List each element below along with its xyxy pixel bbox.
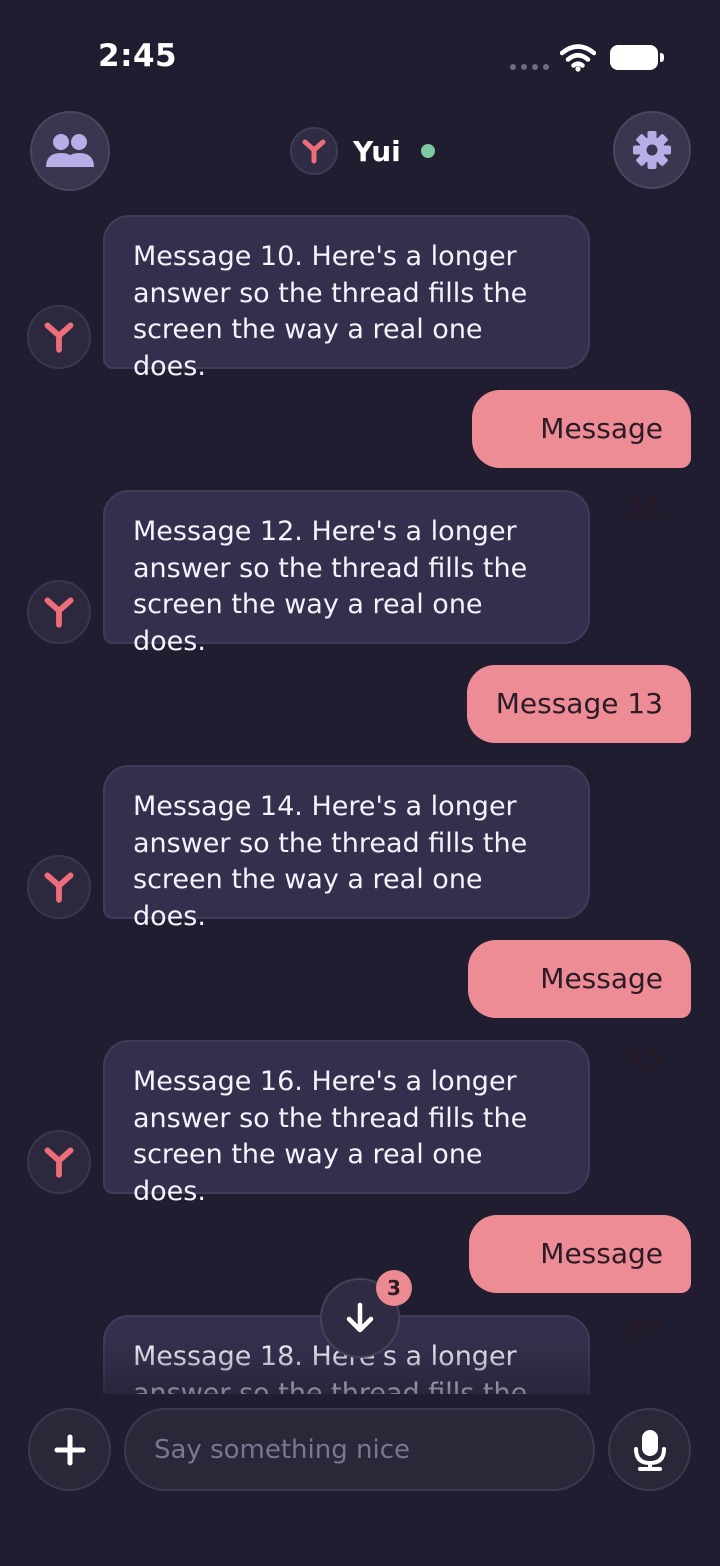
bot-avatar: [27, 580, 91, 644]
message-thread[interactable]: Message 10. Here's a longer answer so th…: [0, 200, 720, 1394]
yui-logo-icon: [302, 139, 326, 164]
online-status-dot: [420, 144, 435, 158]
voice-input-button[interactable]: [608, 1408, 691, 1491]
microphone-icon: [633, 1429, 666, 1471]
contact-avatar: [290, 127, 338, 175]
user-message-bubble: Message 17: [469, 1215, 691, 1348]
yui-logo-icon: [44, 597, 74, 628]
yui-logo-icon: [44, 322, 74, 353]
plus-icon: [54, 1434, 85, 1465]
arrow-down-icon: [346, 1302, 374, 1333]
contacts-button[interactable]: [30, 111, 110, 191]
bot-avatar: [27, 1130, 91, 1194]
user-message-bubble: Message 13: [467, 665, 691, 743]
yui-logo-icon: [44, 872, 74, 903]
composer-bar: [0, 1394, 720, 1566]
settings-button[interactable]: [613, 111, 691, 189]
bot-avatar: [27, 855, 91, 919]
bot-message-bubble: Message 14. Here's a longer answer so th…: [103, 765, 590, 932]
yui-logo-icon: [44, 1147, 74, 1178]
contact-name: Yui: [353, 134, 401, 168]
wifi-icon: [560, 44, 596, 72]
people-icon: [46, 134, 94, 167]
chat-header: Yui: [290, 126, 435, 176]
add-attachment-button[interactable]: [28, 1408, 111, 1491]
status-time: 2:45: [98, 38, 178, 74]
status-bar: 2:45: [0, 0, 720, 110]
bot-message-bubble: Message 16. Here's a longer answer so th…: [103, 1040, 590, 1207]
gear-icon: [633, 131, 671, 169]
user-message-bubble: Message 11: [472, 390, 691, 523]
cellular-signal-icon: [510, 64, 549, 70]
message-input[interactable]: [124, 1408, 595, 1491]
unread-count-badge: 3: [376, 1270, 412, 1306]
bot-message-bubble: Message 12. Here's a longer answer so th…: [103, 490, 590, 657]
user-message-bubble: Message 15: [468, 940, 691, 1073]
bot-message-bubble: Message 10. Here's a longer answer so th…: [103, 215, 590, 382]
bot-avatar: [27, 305, 91, 369]
battery-icon: [610, 45, 664, 70]
